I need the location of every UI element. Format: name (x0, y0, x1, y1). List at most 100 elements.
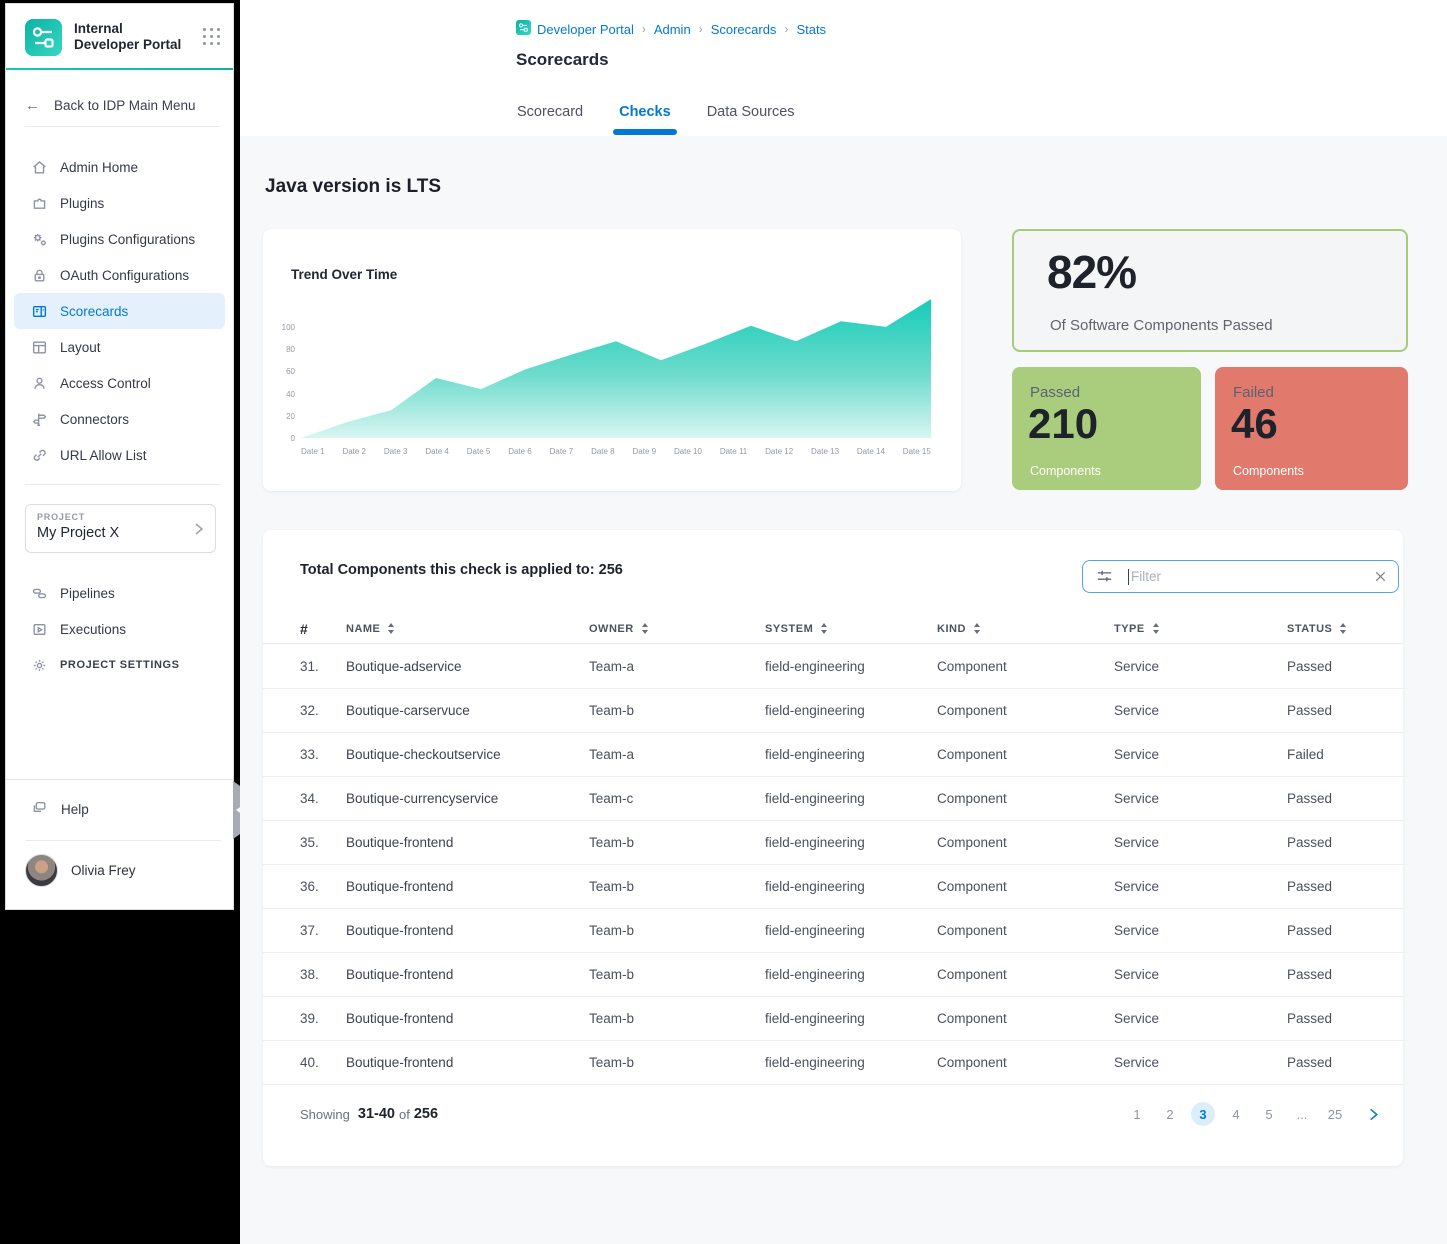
sort-icon[interactable] (974, 623, 980, 634)
cell-owner: Team-a (589, 747, 765, 762)
user-menu[interactable]: Olivia Frey (25, 854, 136, 887)
cell-name: Boutique-frontend (346, 923, 589, 938)
y-tick-label: 100 (282, 323, 295, 332)
cell-index: 33. (300, 747, 346, 762)
y-tick-label: 80 (286, 345, 295, 354)
cell-index: 34. (300, 791, 346, 806)
cell-kind: Component (937, 659, 1114, 674)
passed-value: 210 (1028, 400, 1098, 448)
sidebar-item-url-allow-list[interactable]: URL Allow List (14, 437, 225, 473)
tab-checks[interactable]: Checks (619, 104, 671, 136)
sidebar-item-plugins-configurations[interactable]: Plugins Configurations (14, 221, 225, 257)
sidebar-item-connectors[interactable]: Connectors (14, 401, 225, 437)
project-name: My Project X (37, 525, 205, 541)
tab-scorecard[interactable]: Scorecard (517, 104, 583, 136)
x-tick-label: Date 3 (384, 447, 408, 456)
sidebar-item-label: Access Control (60, 376, 151, 391)
trend-chart: 100806040200 Date 1Date 2Date 3Date 4Dat… (275, 298, 931, 456)
sort-icon[interactable] (1153, 623, 1159, 634)
column-label: STATUS (1287, 623, 1332, 635)
filter-input[interactable]: Filter (1082, 560, 1399, 593)
back-to-idp-link[interactable]: ← Back to IDP Main Menu (25, 94, 196, 116)
sort-icon[interactable] (1340, 623, 1346, 634)
breadcrumb-text: Developer Portal (537, 22, 634, 37)
cell-index: 38. (300, 967, 346, 982)
breadcrumb-link[interactable]: Developer Portal (516, 20, 634, 38)
column-header-type[interactable]: TYPE (1114, 623, 1287, 635)
cell-kind: Component (937, 703, 1114, 718)
pagination-page[interactable]: 2 (1158, 1102, 1182, 1126)
divider (6, 779, 233, 780)
page-header: Developer Portal›Admin›Scorecards›Stats … (240, 0, 1447, 136)
x-tick-label: Date 12 (765, 447, 793, 456)
breadcrumb: Developer Portal›Admin›Scorecards›Stats (516, 20, 826, 38)
column-header-name[interactable]: NAME (346, 623, 589, 635)
showing-label: Showing (300, 1107, 350, 1122)
sidebar-item-plugins[interactable]: Plugins (14, 185, 225, 221)
pagination-page[interactable]: 1 (1125, 1102, 1149, 1126)
sidebar-item-oauth-configurations[interactable]: OAuth Configurations (14, 257, 225, 293)
cell-index: 40. (300, 1055, 346, 1070)
brand-title: Internal Developer Portal (74, 21, 181, 53)
trend-title: Trend Over Time (291, 267, 397, 282)
column-header-kind[interactable]: KIND (937, 623, 1114, 635)
sidebar-item-project-settings[interactable]: PROJECT SETTINGS (14, 647, 225, 683)
sort-icon[interactable] (642, 623, 648, 634)
app-grid-icon[interactable] (201, 26, 223, 48)
sidebar-item-label: URL Allow List (60, 448, 147, 463)
x-tick-label: Date 2 (342, 447, 366, 456)
pagination-next-button[interactable] (1366, 1107, 1381, 1122)
sidebar-item-layout[interactable]: Layout (14, 329, 225, 365)
cell-status: Passed (1287, 659, 1403, 674)
sidebar-item-admin-home[interactable]: Admin Home (14, 149, 225, 185)
sort-down-arrow (974, 630, 980, 634)
cell-owner: Team-b (589, 1011, 765, 1026)
pagination-page[interactable]: 25 (1323, 1102, 1347, 1126)
page-title: Scorecards (516, 50, 609, 70)
help-link[interactable]: Help (31, 794, 89, 824)
cell-kind: Component (937, 835, 1114, 850)
cell-system: field-engineering (765, 1055, 937, 1070)
sidebar-item-scorecards[interactable]: Scorecards (14, 293, 225, 329)
cell-system: field-engineering (765, 967, 937, 982)
portal-logo-icon (516, 20, 531, 38)
breadcrumb-link[interactable]: Stats (796, 22, 826, 37)
sidebar-item-label: Scorecards (60, 304, 128, 319)
column-header-system[interactable]: SYSTEM (765, 623, 937, 635)
column-label: KIND (937, 623, 966, 635)
cell-kind: Component (937, 967, 1114, 982)
sidebar-item-access-control[interactable]: Access Control (14, 365, 225, 401)
pagination-page[interactable]: 3 (1191, 1102, 1215, 1126)
project-selector[interactable]: PROJECT My Project X (25, 504, 216, 553)
pagination-page[interactable]: 5 (1257, 1102, 1281, 1126)
x-tick-label: Date 6 (508, 447, 532, 456)
sort-up-arrow (388, 623, 394, 627)
breadcrumb-text: Admin (654, 22, 691, 37)
cell-type: Service (1114, 791, 1287, 806)
breadcrumb-link[interactable]: Admin (654, 22, 691, 37)
sidebar-item-pipelines[interactable]: Pipelines (14, 575, 225, 611)
x-tick-label: Date 15 (903, 447, 931, 456)
cell-system: field-engineering (765, 923, 937, 938)
tab-data-sources[interactable]: Data Sources (707, 104, 795, 136)
sort-icon[interactable] (388, 623, 394, 634)
y-tick-label: 60 (286, 367, 295, 376)
column-header-status[interactable]: STATUS (1287, 623, 1403, 635)
close-icon[interactable] (1373, 569, 1388, 584)
cell-type: Service (1114, 967, 1287, 982)
column-label: SYSTEM (765, 623, 813, 635)
column-header-owner[interactable]: OWNER (589, 623, 765, 635)
sidebar: Internal Developer Portal ← Back to IDP … (5, 3, 234, 910)
cell-system: field-engineering (765, 659, 937, 674)
sort-icon[interactable] (821, 623, 827, 634)
x-tick-label: Date 10 (674, 447, 702, 456)
breadcrumb-text: Scorecards (711, 22, 777, 37)
area-chart-svg (301, 298, 931, 438)
cell-status: Passed (1287, 835, 1403, 850)
gear-icon (31, 657, 48, 674)
breadcrumb-link[interactable]: Scorecards (711, 22, 777, 37)
pagination-page[interactable]: 4 (1224, 1102, 1248, 1126)
x-tick-label: Date 9 (633, 447, 657, 456)
sidebar-item-executions[interactable]: Executions (14, 611, 225, 647)
arrow-left-icon: ← (25, 97, 40, 114)
